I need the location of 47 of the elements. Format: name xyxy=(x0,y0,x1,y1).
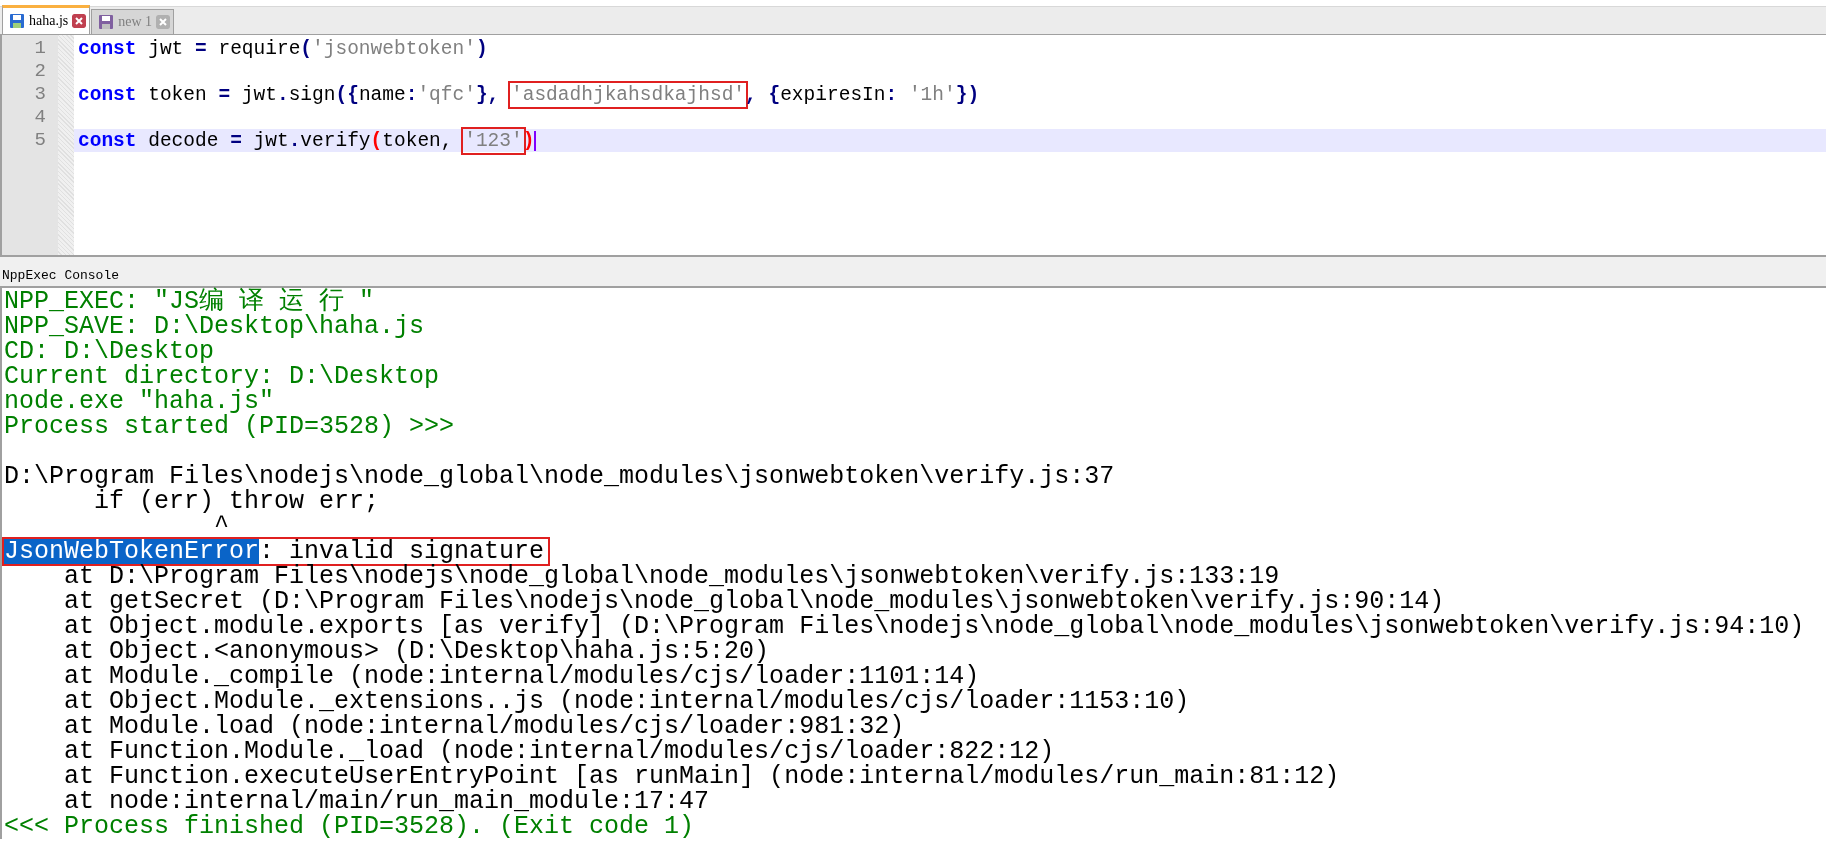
code-token: = xyxy=(218,83,231,106)
file-tab[interactable]: haha.js xyxy=(2,5,91,34)
code-token: ( xyxy=(370,129,383,152)
code-token: name xyxy=(358,83,406,106)
code-token: token, xyxy=(382,129,454,152)
code-token: sign xyxy=(288,83,336,106)
code-token: '1h' xyxy=(908,83,956,106)
code-token: : xyxy=(885,83,899,106)
line-number: 5 xyxy=(33,129,47,152)
console-line: <<< Process finished (PID=3528). (Exit code 1) xyxy=(4,812,695,841)
line-number: 2 xyxy=(33,60,47,83)
code-token: }) xyxy=(955,83,980,106)
text-cursor xyxy=(534,130,537,151)
code-token: const xyxy=(78,129,137,152)
code-token: jwt xyxy=(252,129,289,152)
code-token: 'jsonwebtoken' xyxy=(312,37,476,60)
code-token: const xyxy=(78,83,137,106)
annotation-box: 'asdadhjkahsdkajhsd' xyxy=(511,83,746,106)
code-token: = xyxy=(195,37,207,60)
annotation-box: '123' xyxy=(464,129,523,152)
code-token: = xyxy=(230,129,242,152)
code-token: const xyxy=(78,37,137,60)
console-line: CD: D:\Desktop xyxy=(4,337,215,366)
panel-title: NppExec Console xyxy=(0,265,1826,288)
code-token: decode xyxy=(147,129,220,152)
close-icon[interactable] xyxy=(72,14,87,28)
code-token: . xyxy=(288,129,301,152)
code-token: token xyxy=(147,83,208,106)
code-token: ) xyxy=(522,129,535,152)
code-token: , { xyxy=(745,83,781,106)
line-number: 3 xyxy=(33,83,47,106)
code-token: jwt xyxy=(147,37,185,60)
code-token: verify xyxy=(300,129,371,152)
close-icon[interactable] xyxy=(156,15,171,29)
line-number: 1 xyxy=(33,37,47,60)
code-token: }, xyxy=(475,83,501,106)
code-token: expiresIn xyxy=(780,83,886,106)
line-number: 4 xyxy=(33,106,47,129)
code-token: ) xyxy=(475,37,488,60)
code-token: require xyxy=(217,37,301,60)
code-token: jwt xyxy=(240,83,277,106)
code-token: ({ xyxy=(335,83,359,106)
code-token: ( xyxy=(300,37,313,60)
code-token: : xyxy=(405,83,418,106)
error-line: JsonWebTokenError: invalid signature xyxy=(4,539,549,564)
code-token: . xyxy=(276,83,289,106)
code-token: 'qfc' xyxy=(417,83,476,106)
